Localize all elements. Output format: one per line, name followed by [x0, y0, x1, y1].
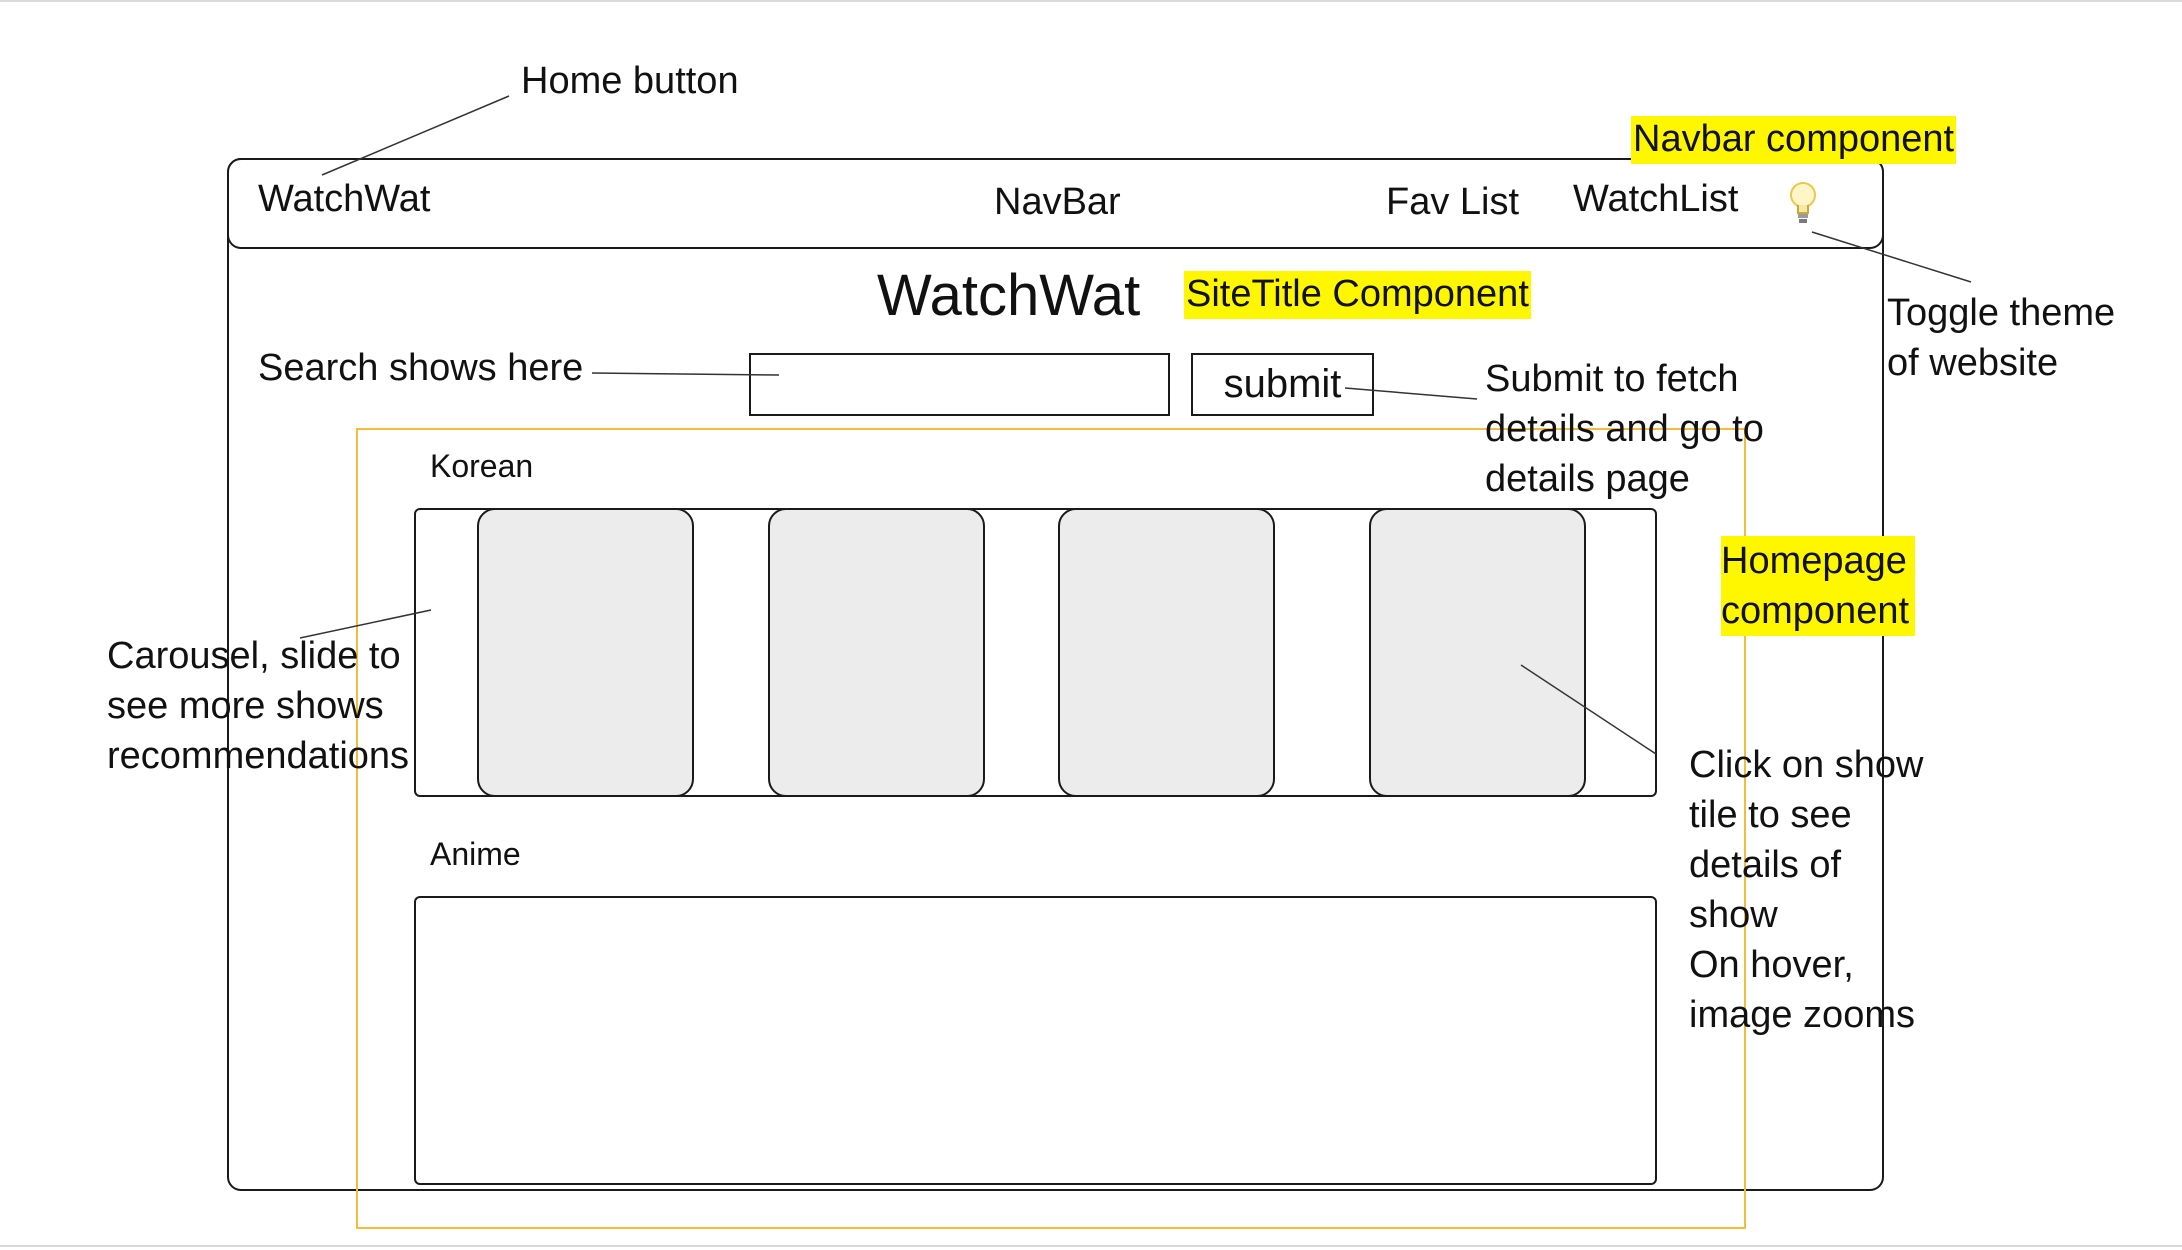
- annotation-carousel: Carousel, slide to see more shows recomm…: [107, 635, 410, 777]
- home-button[interactable]: WatchWat: [258, 176, 430, 224]
- annotation-homepage-component: Homepage component: [1721, 536, 1916, 636]
- section-label-anime: Anime: [430, 836, 521, 872]
- anime-carousel[interactable]: [414, 896, 1657, 1185]
- show-tile[interactable]: [768, 508, 985, 797]
- search-input[interactable]: [749, 353, 1170, 416]
- annotation-toggle-theme: Toggle theme of website: [1887, 292, 2116, 384]
- show-tile[interactable]: [477, 508, 694, 797]
- top-rule: [0, 0, 2182, 2]
- site-title: WatchWat: [877, 263, 1141, 328]
- watchlist-link[interactable]: WatchList: [1573, 176, 1738, 224]
- show-tile[interactable]: [1369, 508, 1586, 797]
- annotation-navbar-component: Navbar component: [1631, 116, 1957, 164]
- annotation-submit: Submit to fetch details and go to detail…: [1485, 358, 1764, 500]
- annotation-home-button: Home button: [521, 60, 739, 102]
- annotation-sitetitle-component: SiteTitle Component: [1184, 271, 1531, 319]
- bottom-rule: [0, 1245, 2182, 1247]
- navbar-label: NavBar: [994, 181, 1121, 223]
- lightbulb-icon[interactable]: [1788, 180, 1818, 228]
- fav-list-link[interactable]: Fav List: [1386, 179, 1519, 227]
- submit-button[interactable]: submit: [1191, 353, 1374, 416]
- annotation-show-tile: Click on show tile to see details of sho…: [1689, 744, 1924, 1036]
- annotation-search-shows: Search shows here: [258, 347, 584, 389]
- section-label-korean: Korean: [430, 448, 534, 484]
- show-tile[interactable]: [1058, 508, 1275, 797]
